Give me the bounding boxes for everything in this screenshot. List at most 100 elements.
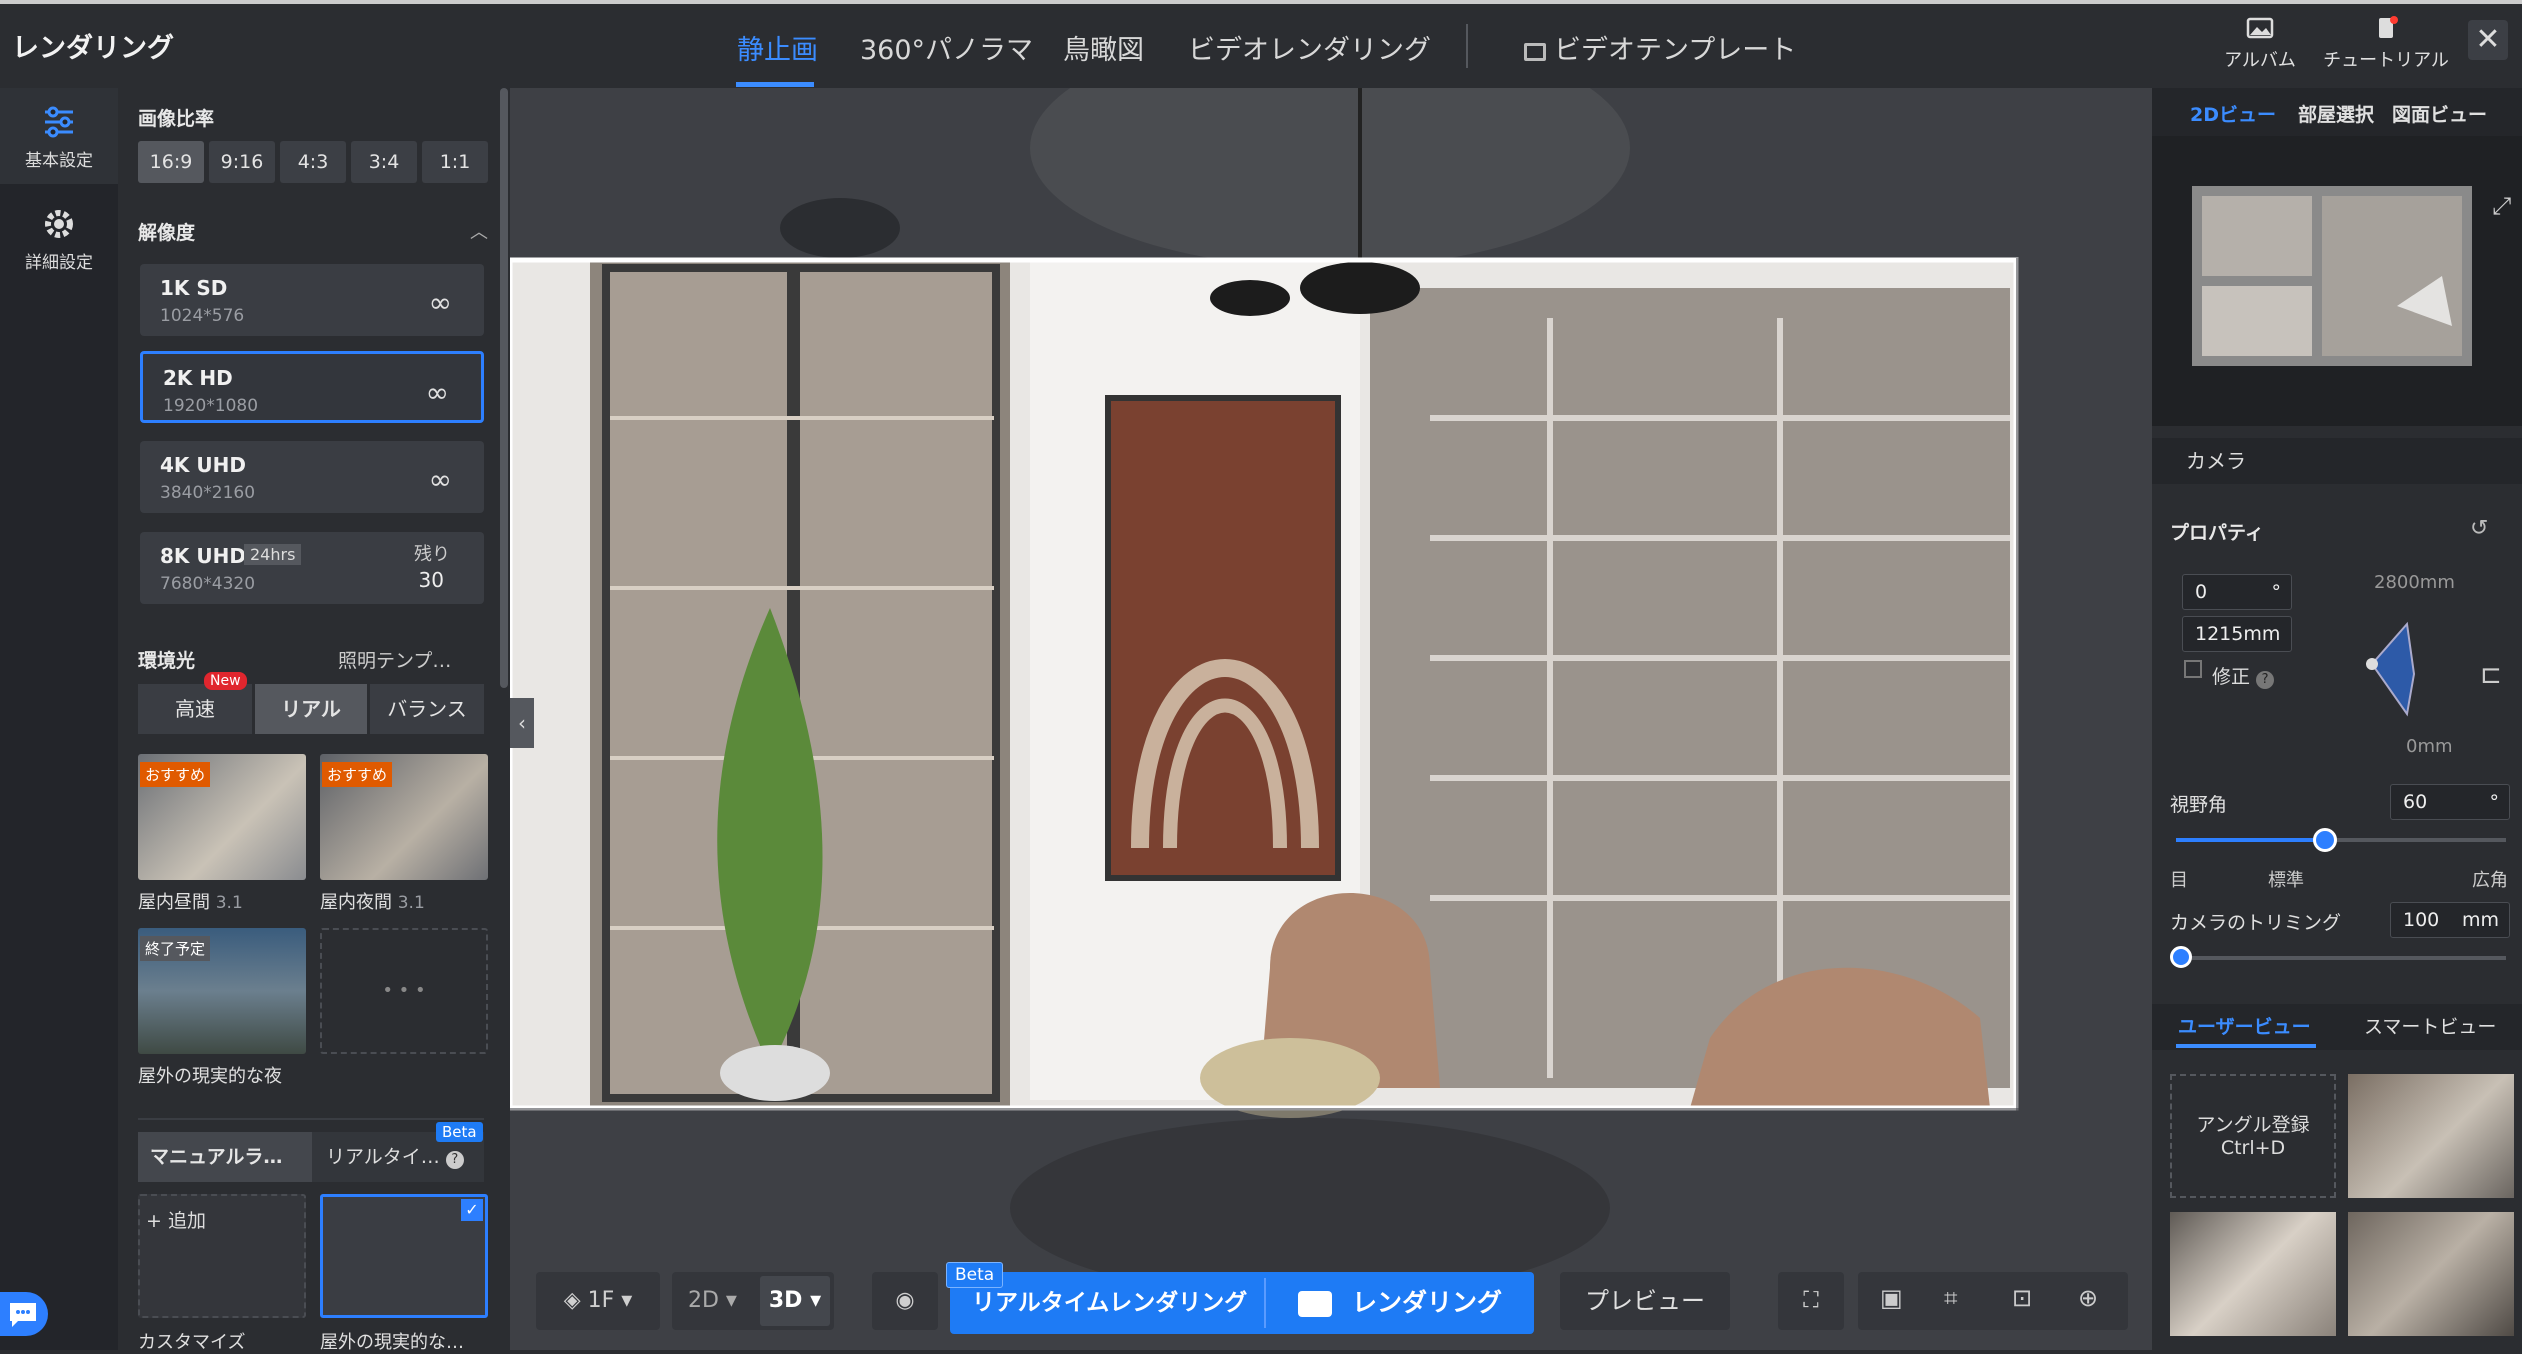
ratio-1-1[interactable]: 1:1	[422, 141, 488, 183]
preset-thumb-night[interactable]: おすすめ	[320, 754, 488, 880]
preview-button[interactable]: プレビュー	[1560, 1272, 1730, 1330]
aspect-ratio-title: 画像比率	[138, 108, 215, 130]
album-button[interactable]: アルバム	[2220, 16, 2300, 72]
tab-panorama[interactable]: 360°パノラマ	[860, 28, 1033, 67]
ratio-4-3[interactable]: 4:3	[280, 141, 346, 183]
preset-label-night: 屋内夜間 3.1	[320, 892, 425, 913]
time-badge: 24hrs	[244, 544, 302, 565]
tab-smart-view[interactable]: スマートビュー	[2364, 1012, 2496, 1039]
saved-view-thumb-1[interactable]	[2348, 1074, 2514, 1198]
res-4k[interactable]: 4K UHD 3840*2160 ∞	[140, 441, 484, 513]
minimap[interactable]: ⤢	[2152, 136, 2522, 462]
infinity-icon: ∞	[428, 286, 452, 319]
trim-input[interactable]: 100 mm	[2390, 902, 2510, 938]
ratio-9-16[interactable]: 9:16	[209, 141, 275, 183]
manual-light-tab[interactable]: マニュアルラ…	[138, 1132, 312, 1182]
reset-icon[interactable]: ↺	[2470, 516, 2488, 541]
res-8k[interactable]: 8K UHD 24hrs 7680*4320 残り 30	[140, 532, 484, 604]
nav-basic-settings[interactable]: 基本設定	[0, 88, 118, 184]
angle-input[interactable]: 0 °	[2182, 574, 2292, 610]
eye-icon[interactable]: ◉	[872, 1272, 938, 1330]
focus-icon[interactable]: ⊡	[2012, 1284, 2032, 1312]
gear-icon	[45, 210, 73, 238]
lighting-template-link[interactable]: 照明テンプ…	[338, 646, 451, 673]
chat-icon[interactable]	[0, 1292, 48, 1336]
close-button[interactable]: ✕	[2468, 20, 2508, 60]
resolution-title: 解像度	[138, 222, 196, 244]
camera-fov-icon[interactable]	[2362, 614, 2422, 724]
tab-birdseye[interactable]: 鳥瞰図	[1063, 28, 1144, 67]
preset-label-outdoor: 屋外の現実的な夜	[138, 1066, 282, 1087]
image-icon[interactable]: ▣	[1880, 1284, 1903, 1312]
fov-input[interactable]: 60 °	[2390, 784, 2510, 820]
properties-title: プロパティ	[2170, 522, 2264, 544]
fov-mark-eye: 目	[2170, 870, 2188, 891]
saved-view-thumb-3[interactable]	[2348, 1212, 2514, 1336]
zoom-icon[interactable]: ⊕	[2078, 1284, 2098, 1312]
height-input[interactable]: 1215mm	[2182, 616, 2292, 652]
scrollbar[interactable]	[500, 88, 508, 688]
trim-slider-track[interactable]	[2176, 956, 2506, 960]
correct-checkbox[interactable]	[2184, 660, 2202, 678]
view-2d-button[interactable]: 2D ▾	[688, 1272, 737, 1330]
collapse-icon[interactable]: ︿	[470, 218, 488, 244]
divider	[1264, 1278, 1266, 1328]
nav-advanced-settings[interactable]: 詳細設定	[0, 206, 118, 286]
layers-icon: ◈	[563, 1288, 581, 1313]
floor-selector[interactable]: ◈ 1F ▾	[536, 1272, 660, 1330]
mode-balance[interactable]: バランス	[370, 684, 484, 734]
preset-thumb-day[interactable]: おすすめ	[138, 754, 306, 880]
res-1k[interactable]: 1K SD 1024*576 ∞	[140, 264, 484, 336]
mode-fast[interactable]: 高速	[138, 684, 252, 734]
view-3d-button[interactable]: 3D ▾	[760, 1276, 830, 1326]
help-icon: ?	[445, 1151, 464, 1169]
tab-room-select[interactable]: 部屋選択	[2298, 100, 2374, 127]
tab-plan-view[interactable]: 図面ビュー	[2392, 100, 2487, 127]
mode-real[interactable]: リアル	[255, 684, 367, 734]
ratio-3-4[interactable]: 3:4	[351, 141, 417, 183]
tab-still[interactable]: 静止画	[737, 28, 818, 67]
preset-thumb-outdoor[interactable]: 終了予定	[138, 928, 306, 1054]
lighting-title: 環境光	[138, 650, 196, 672]
fov-label: 視野角	[2170, 794, 2228, 816]
camera-icon	[1298, 1291, 1332, 1317]
floorplan-icon	[2192, 186, 2472, 462]
tab-video[interactable]: ビデオレンダリング	[1188, 28, 1431, 67]
crop-icon[interactable]: ⌗	[1944, 1284, 1958, 1312]
help-icon: ?	[2256, 671, 2275, 689]
book-icon	[2379, 16, 2398, 38]
camera-panel-header: カメラ	[2152, 438, 2522, 484]
tab-video-template[interactable]: ビデオテンプレート	[1524, 28, 1796, 67]
saved-view-thumb-2[interactable]	[2170, 1212, 2336, 1336]
check-icon: ✓	[461, 1199, 483, 1221]
fov-slider-fill	[2176, 838, 2325, 842]
add-light-button[interactable]: + 追加	[138, 1194, 306, 1318]
ratio-16-9[interactable]: 16:9	[138, 141, 204, 183]
collapse-panel-handle[interactable]: ‹	[510, 698, 534, 748]
camera-height-slider[interactable]: ⊏	[2480, 660, 2502, 690]
more-presets-button[interactable]: • • •	[320, 928, 488, 1054]
realtime-render-button[interactable]: リアルタイムレンダリング	[972, 1272, 1247, 1334]
res-2k[interactable]: 2K HD 1920*1080 ∞	[140, 351, 484, 423]
render-button[interactable]: レンダリング	[1298, 1272, 1502, 1334]
light-preset-selected[interactable]: ✓	[320, 1194, 488, 1318]
fov-mark-wide: 広角	[2472, 870, 2508, 891]
max-height-label: 2800mm	[2374, 572, 2455, 593]
infinity-icon: ∞	[428, 463, 452, 496]
monitor-icon	[1524, 42, 1546, 61]
infinity-icon: ∞	[425, 376, 449, 409]
trim-slider-handle[interactable]	[2170, 946, 2192, 968]
tab-user-view[interactable]: ユーザービュー	[2178, 1012, 2311, 1039]
beta-badge: Beta	[946, 1262, 1004, 1288]
tab-2d-view[interactable]: 2Dビュー	[2190, 100, 2276, 127]
fov-slider-handle[interactable]	[2312, 828, 2337, 852]
3d-viewport[interactable]: ‹	[510, 88, 2152, 1350]
image-icon	[2246, 17, 2274, 39]
divider	[1466, 24, 1468, 68]
tutorial-button[interactable]: チュートリアル	[2318, 16, 2454, 72]
add-angle-button[interactable]: アングル登録 Ctrl+D	[2170, 1074, 2336, 1198]
correct-label: 修正 ?	[2212, 662, 2275, 689]
active-tab-indicator	[736, 82, 814, 87]
frame-icon[interactable]: ⛶	[1778, 1272, 1844, 1330]
custom-label: カスタマイズ	[138, 1332, 246, 1353]
